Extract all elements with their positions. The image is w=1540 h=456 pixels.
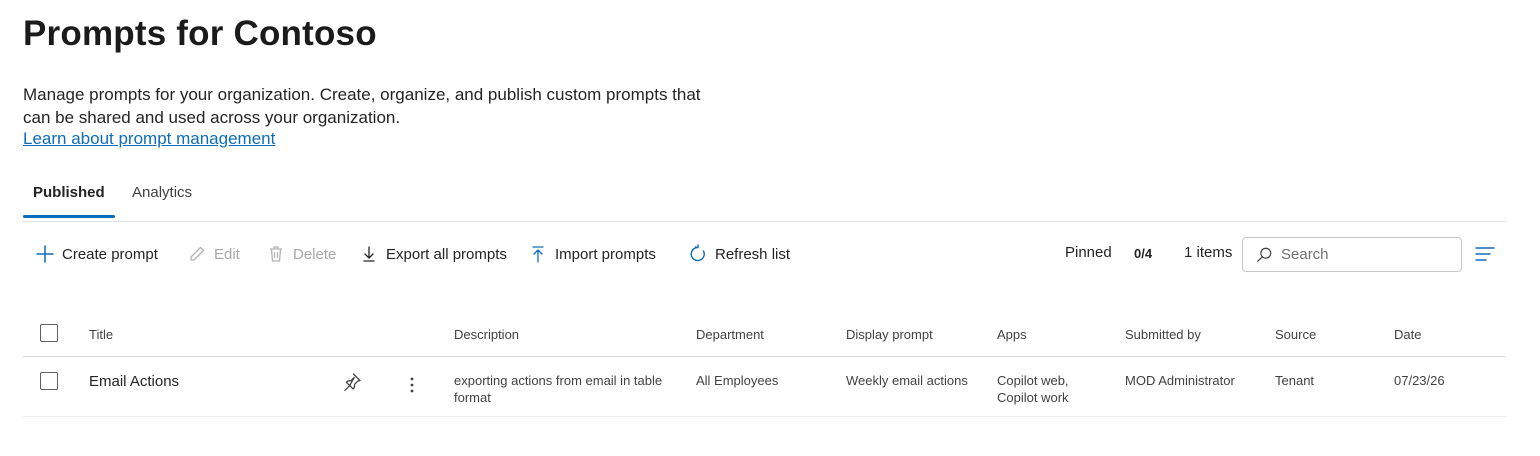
row-submitted-by: MOD Administrator	[1125, 373, 1235, 388]
export-all-prompts-label: Export all prompts	[386, 245, 507, 263]
search-box[interactable]	[1242, 237, 1462, 272]
command-bar: Create prompt Edit Delete Export all pro…	[23, 236, 1506, 272]
tab-published[interactable]: Published	[23, 184, 115, 218]
refresh-list-label: Refresh list	[715, 245, 791, 263]
column-header-department[interactable]: Department	[696, 326, 764, 343]
export-all-prompts-button[interactable]: Export all prompts	[359, 236, 507, 272]
pencil-icon	[190, 246, 205, 261]
pin-icon	[344, 373, 361, 391]
column-header-display-prompt[interactable]: Display prompt	[846, 326, 933, 343]
upload-icon	[532, 246, 544, 263]
learn-about-prompt-management-link[interactable]: Learn about prompt management	[23, 129, 275, 149]
refresh-icon	[690, 244, 705, 262]
column-header-date[interactable]: Date	[1394, 326, 1421, 343]
column-header-title[interactable]: Title	[89, 326, 113, 343]
search-input[interactable]	[1281, 246, 1451, 263]
row-source: Tenant	[1275, 373, 1315, 388]
edit-button[interactable]: Edit	[187, 236, 240, 272]
more-vertical-icon	[410, 377, 414, 393]
tab-analytics[interactable]: Analytics	[122, 184, 202, 216]
plus-icon	[36, 245, 54, 263]
pinned-label: Pinned	[1065, 244, 1112, 261]
more-options-button[interactable]	[403, 373, 421, 397]
page-title: Prompts for Contoso	[23, 14, 377, 53]
refresh-list-button[interactable]: Refresh list	[688, 236, 790, 272]
download-icon	[363, 246, 375, 262]
row-description: exporting actions from email in table fo…	[454, 373, 663, 405]
import-prompts-label: Import prompts	[555, 245, 656, 263]
tab-bar: Published Analytics	[23, 176, 1506, 222]
row-department: All Employees	[696, 373, 779, 388]
row-date: 07/23/26	[1394, 373, 1445, 388]
row-apps: Copilot web, Copilot work	[997, 373, 1069, 405]
prompts-table: Title Description Department Display pro…	[23, 312, 1506, 417]
create-prompt-button[interactable]: Create prompt	[35, 236, 158, 272]
edit-label: Edit	[214, 245, 240, 263]
row-display-prompt: Weekly email actions	[846, 373, 968, 388]
trash-icon	[270, 246, 282, 262]
select-all-checkbox[interactable]	[40, 324, 58, 342]
column-header-source[interactable]: Source	[1275, 326, 1316, 343]
items-count: 1 items	[1184, 244, 1233, 261]
table-header: Title Description Department Display pro…	[23, 312, 1506, 357]
row-select-checkbox[interactable]	[40, 372, 58, 390]
column-header-submitted-by[interactable]: Submitted by	[1125, 326, 1201, 343]
delete-label: Delete	[293, 245, 337, 263]
column-header-apps[interactable]: Apps	[997, 326, 1102, 343]
pinned-count: 0/4	[1134, 246, 1153, 261]
row-title[interactable]: Email Actions	[89, 373, 179, 390]
pin-button[interactable]	[341, 371, 363, 393]
filter-button[interactable]	[1473, 242, 1497, 266]
column-header-description[interactable]: Description	[454, 326, 679, 343]
create-prompt-label: Create prompt	[62, 245, 158, 263]
import-prompts-button[interactable]: Import prompts	[528, 236, 656, 272]
filter-icon	[1475, 247, 1495, 261]
page-description: Manage prompts for your organization. Cr…	[23, 85, 701, 127]
search-icon	[1257, 247, 1272, 262]
table-row[interactable]: Email Actions exporting actions from ema…	[23, 357, 1506, 417]
delete-button[interactable]: Delete	[266, 236, 336, 272]
